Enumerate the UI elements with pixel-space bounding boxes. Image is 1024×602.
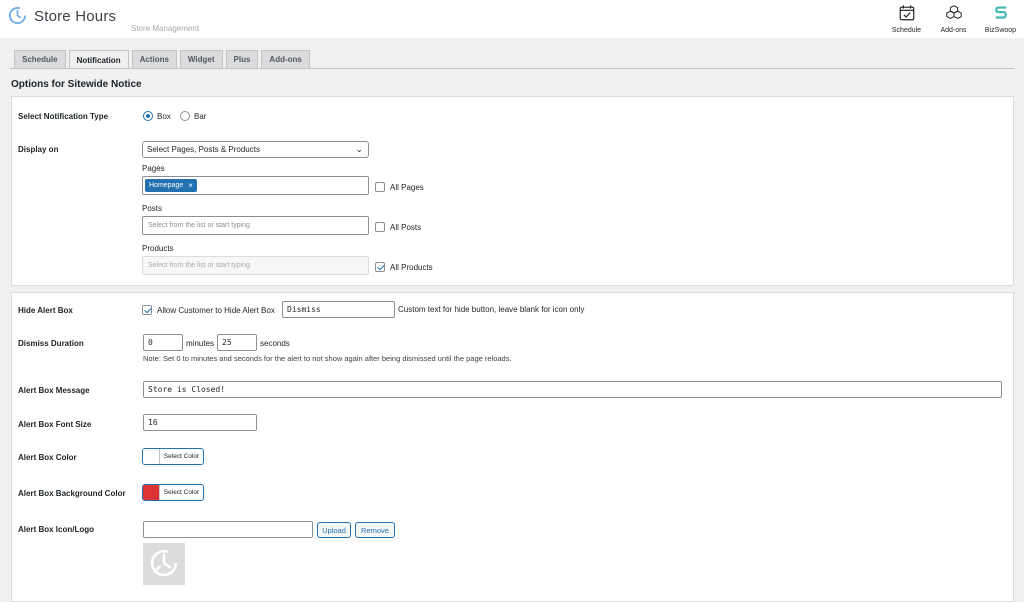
dismiss-duration-note: Note: Set 0 to minutes and seconds for t… <box>143 354 512 363</box>
minutes-label: minutes <box>186 339 215 348</box>
seconds-input[interactable]: 25 <box>217 334 257 351</box>
radio-box-dot <box>143 111 153 121</box>
display-on-select[interactable]: Select Pages, Posts & Products ⌄ <box>142 141 369 158</box>
section-title: Options for Sitewide Notice <box>11 79 142 90</box>
radio-box[interactable]: Box <box>143 111 171 121</box>
clock-preview-icon <box>147 546 181 582</box>
tab-widget[interactable]: Widget <box>179 50 223 68</box>
tab-actions[interactable]: Actions <box>131 50 177 68</box>
alert-icon-preview <box>143 543 185 585</box>
alert-bg-color-label: Alert Box Background Color <box>18 489 126 498</box>
all-products-box <box>375 262 385 272</box>
app-title: Store Hours <box>34 8 117 25</box>
chevron-down-icon: ⌄ <box>355 144 363 154</box>
brand: Store Hours <box>8 6 116 27</box>
tab-notification[interactable]: Notification <box>68 50 129 69</box>
alert-box-card: Hide Alert Box Allow Customer to Hide Al… <box>11 292 1014 602</box>
dismiss-duration-label: Dismiss Duration <box>18 339 84 348</box>
alert-color-swatch <box>143 449 160 464</box>
add-ons-button[interactable]: Add-ons <box>930 4 977 34</box>
radio-box-label: Box <box>157 111 171 121</box>
header-actions: Schedule Add-ons BizSwoop <box>883 4 1024 34</box>
calendar-check-icon <box>898 4 916 24</box>
top-header: Store Hours Store Management Schedule Ad… <box>0 0 1024 38</box>
seconds-label: seconds <box>260 339 290 348</box>
tab-add-ons[interactable]: Add-ons <box>261 50 310 68</box>
alert-font-size-input[interactable]: 16 <box>143 414 257 431</box>
alert-font-size-label: Alert Box Font Size <box>18 420 92 429</box>
schedule-label: Schedule <box>891 27 922 34</box>
page-tag-label: Homepage <box>149 182 184 189</box>
alert-color-button-label: Select Color <box>163 453 200 460</box>
products-placeholder: Select from the list or start typing <box>148 262 250 269</box>
products-input: Select from the list or start typing <box>142 256 369 275</box>
display-on-select-value: Select Pages, Posts & Products <box>147 145 260 154</box>
cubes-icon <box>945 4 963 24</box>
page-tag-homepage[interactable]: Homepage × <box>145 179 197 192</box>
notification-type-label: Select Notification Type <box>18 112 109 121</box>
tabs-divider <box>10 68 1014 69</box>
all-pages-label: All Pages <box>390 182 424 192</box>
alert-bg-color-button-label: Select Color <box>163 489 200 496</box>
products-caption: Products <box>142 244 174 253</box>
add-ons-label: Add-ons <box>940 27 967 34</box>
dismiss-text-input[interactable]: Dismiss <box>282 301 395 318</box>
bizswoop-logo-icon <box>992 4 1010 24</box>
minutes-value: 0 <box>148 338 153 347</box>
posts-placeholder: Select from the list or start typing <box>148 222 250 229</box>
display-on-label: Display on <box>18 145 59 154</box>
remove-button[interactable]: Remove <box>355 522 395 538</box>
remove-tag-icon[interactable]: × <box>188 181 193 190</box>
all-products-checkbox[interactable]: All Products <box>375 262 433 272</box>
alert-bg-color-picker[interactable]: Select Color <box>142 484 204 501</box>
dismiss-text-help: Custom text for hide button, leave blank… <box>398 305 585 314</box>
minutes-input[interactable]: 0 <box>143 334 183 351</box>
pages-input[interactable]: Homepage × <box>142 176 369 195</box>
clock-logo-icon <box>8 6 27 27</box>
all-posts-checkbox[interactable]: All Posts <box>375 222 421 232</box>
dismiss-text-value: Dismiss <box>287 305 321 314</box>
alert-color-label: Alert Box Color <box>18 453 77 462</box>
alert-message-input[interactable]: Store is Closed! <box>143 381 1002 398</box>
settings-tabs: Schedule Notification Actions Widget Plu… <box>14 50 313 69</box>
all-products-label: All Products <box>390 262 433 272</box>
radio-bar[interactable]: Bar <box>180 111 206 121</box>
tab-plus[interactable]: Plus <box>225 50 259 68</box>
all-posts-label: All Posts <box>390 222 422 232</box>
display-options-card: Select Notification Type Box Bar Display… <box>11 96 1014 286</box>
allow-hide-box <box>142 305 152 315</box>
posts-caption: Posts <box>142 204 163 213</box>
seconds-value: 25 <box>222 338 232 347</box>
all-pages-box <box>375 182 385 192</box>
alert-color-picker[interactable]: Select Color <box>142 448 204 465</box>
all-posts-box <box>375 222 385 232</box>
schedule-button[interactable]: Schedule <box>883 4 930 34</box>
pages-caption: Pages <box>142 164 165 173</box>
tab-schedule[interactable]: Schedule <box>14 50 66 68</box>
alert-icon-label: Alert Box Icon/Logo <box>18 525 94 534</box>
alert-icon-url-input[interactable] <box>143 521 313 538</box>
bizswoop-button[interactable]: BizSwoop <box>977 4 1024 34</box>
alert-message-label: Alert Box Message <box>18 386 90 395</box>
hide-alert-box-label: Hide Alert Box <box>18 306 73 315</box>
app-subtitle: Store Management <box>131 24 200 33</box>
posts-input[interactable]: Select from the list or start typing <box>142 216 369 235</box>
radio-bar-label: Bar <box>194 111 207 121</box>
alert-message-value: Store is Closed! <box>148 385 226 394</box>
allow-hide-label: Allow Customer to Hide Alert Box <box>157 305 275 315</box>
radio-bar-dot <box>180 111 190 121</box>
upload-button[interactable]: Upload <box>317 522 351 538</box>
alert-bg-color-swatch <box>143 485 160 500</box>
all-pages-checkbox[interactable]: All Pages <box>375 182 424 192</box>
bizswoop-label: BizSwoop <box>984 27 1017 34</box>
allow-hide-checkbox[interactable]: Allow Customer to Hide Alert Box <box>142 305 275 315</box>
alert-font-size-value: 16 <box>148 418 158 427</box>
